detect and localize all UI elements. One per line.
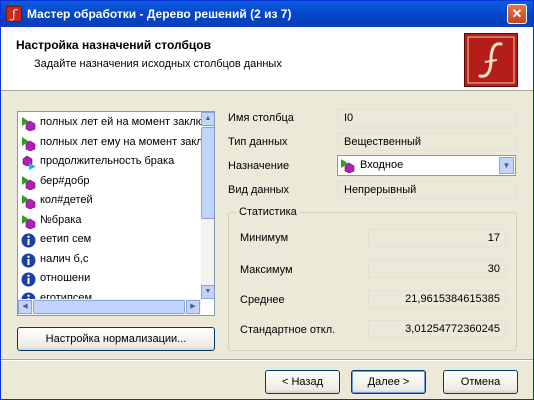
- info-column-icon: [21, 272, 36, 287]
- vertical-scrollbar[interactable]: ▲ ▼: [201, 112, 214, 299]
- column-label: отношени: [40, 272, 91, 284]
- output-column-icon: [22, 155, 36, 170]
- list-item[interactable]: бер#добр: [21, 173, 211, 192]
- input-column-icon: [22, 117, 36, 131]
- column-name-label: Имя столбца: [228, 112, 294, 124]
- statistics-title: Статистика: [236, 206, 300, 218]
- maximum-value: 30: [368, 260, 506, 278]
- data-type-label: Тип данных: [228, 136, 288, 148]
- list-item[interactable]: еетип сем: [21, 231, 211, 250]
- data-kind-value: Непрерывный: [337, 181, 517, 199]
- list-item[interactable]: полных лет ей на момент заключения брака: [21, 114, 211, 133]
- list-item[interactable]: кол#детей: [21, 192, 211, 211]
- step-subtitle: Задайте назначения исходных столбцов дан…: [34, 58, 282, 70]
- purpose-label: Назначение: [228, 160, 290, 172]
- list-item[interactable]: налич б,с: [21, 251, 211, 270]
- vertical-scroll-thumb[interactable]: [201, 127, 214, 219]
- mean-label: Среднее: [240, 294, 285, 306]
- column-label: продолжительность брака: [40, 155, 175, 167]
- column-label: налич б,с: [40, 252, 89, 265]
- app-icon: ʃ: [6, 6, 22, 22]
- mean-value: 21,9615384615385: [368, 290, 506, 308]
- column-label: полных лет ему на момент заключения брак…: [40, 135, 211, 148]
- info-column-icon: [21, 233, 36, 248]
- columns-list[interactable]: наличб,сеготипсемотношениналич б,сеетип …: [17, 111, 215, 316]
- input-purpose-icon: [341, 159, 355, 173]
- input-column-icon: [22, 136, 36, 151]
- minimum-label: Минимум: [240, 232, 289, 244]
- wizard-window: ʃ Мастер обработки - Дерево решений (2 и…: [0, 0, 534, 400]
- back-button[interactable]: < Назад: [265, 370, 340, 394]
- minimum-value: 17: [368, 229, 506, 247]
- close-button[interactable]: ✕: [507, 4, 527, 24]
- maximum-label: Максимум: [240, 264, 293, 276]
- column-label: еетип сем: [40, 233, 92, 245]
- list-item[interactable]: отношени: [21, 270, 211, 289]
- horizontal-scroll-thumb[interactable]: [33, 300, 185, 314]
- step-title: Настройка назначений столбцов: [16, 38, 211, 52]
- data-type-value: Вещественный: [337, 133, 517, 151]
- scroll-right-icon[interactable]: ▶: [186, 300, 200, 314]
- window-title: Мастер обработки - Дерево решений (2 из …: [27, 7, 292, 21]
- wizard-header: Настройка назначений столбцов Задайте на…: [1, 27, 533, 91]
- scroll-down-icon[interactable]: ▼: [201, 285, 214, 299]
- column-label: полных лет ей на момент заключения брака: [40, 116, 211, 128]
- input-column-icon: [22, 195, 36, 209]
- cancel-button[interactable]: Отмена: [443, 370, 518, 394]
- input-column-icon: [22, 175, 36, 190]
- purpose-value: Входное: [360, 159, 404, 171]
- data-kind-label: Вид данных: [228, 184, 290, 196]
- column-label: бер#добр: [40, 174, 90, 187]
- list-item[interactable]: продолжительность брака: [21, 153, 211, 172]
- std-dev-value: 3,01254772360245: [368, 320, 506, 338]
- input-column-icon: [22, 214, 36, 229]
- logo-icon: [464, 33, 518, 87]
- std-dev-label: Стандартное откл.: [240, 324, 336, 336]
- scroll-up-icon[interactable]: ▲: [201, 112, 214, 126]
- normalization-settings-button[interactable]: Настройка нормализации...: [17, 327, 215, 351]
- title-bar[interactable]: ʃ Мастер обработки - Дерево решений (2 и…: [1, 1, 533, 27]
- purpose-select[interactable]: Входное ▼: [337, 155, 516, 176]
- column-label: кол#детей: [40, 194, 93, 206]
- next-button[interactable]: Далее >: [351, 370, 426, 394]
- horizontal-scrollbar[interactable]: ◀ ▶: [18, 299, 201, 315]
- footer-divider: [1, 359, 533, 361]
- list-item[interactable]: №брака: [21, 212, 211, 231]
- column-label: №брака: [40, 213, 82, 226]
- column-name-value: I0: [337, 109, 517, 127]
- scroll-left-icon[interactable]: ◀: [18, 300, 32, 314]
- list-item[interactable]: полных лет ему на момент заключения брак…: [21, 134, 211, 153]
- chevron-down-icon[interactable]: ▼: [499, 157, 514, 174]
- info-column-icon: [21, 253, 36, 267]
